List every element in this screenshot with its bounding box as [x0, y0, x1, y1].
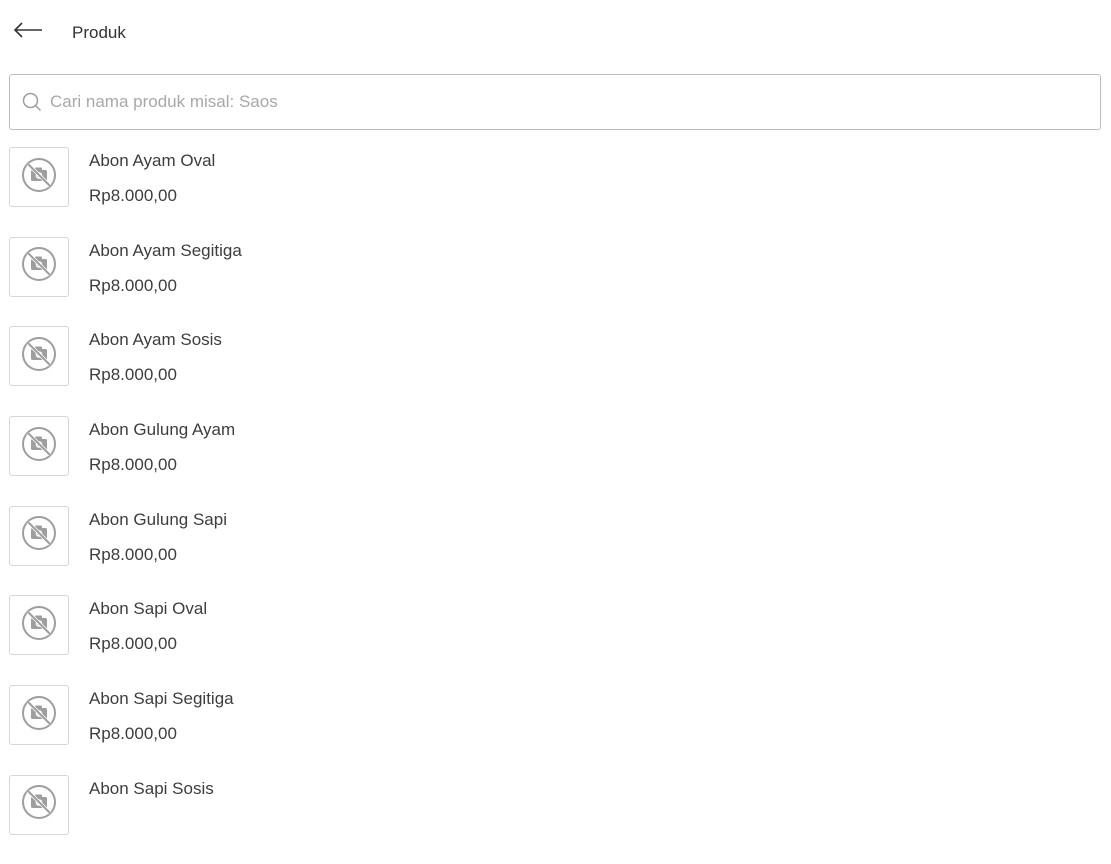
no-photo-icon: [21, 246, 57, 287]
back-button[interactable]: [12, 18, 44, 46]
no-photo-icon: [21, 157, 57, 198]
no-photo-icon: [21, 605, 57, 646]
product-list-item[interactable]: Abon Sapi Segitiga Rp8.000,00: [0, 684, 1111, 774]
search-icon: [22, 92, 42, 112]
product-list: Abon Ayam Oval Rp8.000,00 Abon Ayam Segi…: [0, 146, 1111, 864]
product-price: Rp8.000,00: [89, 724, 177, 744]
no-photo-icon: [21, 695, 57, 736]
product-price: Rp8.000,00: [89, 186, 177, 205]
no-photo-icon: [21, 515, 57, 556]
no-photo-icon: [21, 336, 57, 377]
arrow-left-icon: [13, 21, 43, 43]
product-list-item[interactable]: Abon Gulung Ayam Rp8.000,00: [0, 415, 1111, 505]
product-name: Abon Ayam Sosis: [89, 330, 222, 350]
product-thumbnail: [9, 505, 69, 566]
product-price: Rp8.000,00: [89, 455, 177, 475]
product-list-item[interactable]: Abon Sapi Oval Rp8.000,00: [0, 594, 1111, 684]
product-price: Rp8.000,00: [89, 544, 177, 564]
product-thumbnail: [9, 416, 69, 477]
no-photo-icon: [21, 784, 57, 825]
product-name: Abon Ayam Segitiga: [89, 240, 242, 260]
product-thumbnail: [9, 147, 69, 207]
product-list-item[interactable]: Abon Gulung Sapi Rp8.000,00: [0, 505, 1111, 595]
product-list-item[interactable]: Abon Ayam Sosis Rp8.000,00: [0, 325, 1111, 415]
page-title: Produk: [72, 23, 126, 42]
product-price: Rp8.000,00: [89, 365, 177, 385]
product-list-item[interactable]: Abon Ayam Segitiga Rp8.000,00: [0, 236, 1111, 326]
product-name: Abon Gulung Sapi: [89, 509, 227, 529]
product-thumbnail: [9, 774, 69, 835]
search-box[interactable]: [9, 74, 1101, 130]
product-price: Rp8.000,00: [89, 275, 177, 295]
search-input[interactable]: [48, 81, 1100, 123]
product-name: Abon Sapi Oval: [89, 599, 208, 619]
product-name: Abon Sapi Segitiga: [89, 689, 234, 709]
product-name: Abon Ayam Oval: [89, 151, 216, 170]
product-thumbnail: [9, 595, 69, 656]
product-name: Abon Gulung Ayam: [89, 420, 236, 440]
product-thumbnail: [9, 326, 69, 387]
product-thumbnail: [9, 236, 69, 297]
product-price: Rp8.000,00: [89, 634, 177, 654]
no-photo-icon: [21, 426, 57, 467]
product-list-item[interactable]: Abon Sapi Sosis: [0, 774, 1111, 864]
product-list-item[interactable]: Abon Ayam Oval Rp8.000,00: [0, 146, 1111, 236]
product-thumbnail: [9, 685, 69, 746]
product-name: Abon Sapi Sosis: [89, 778, 214, 798]
app-header: Produk: [0, 0, 1111, 64]
